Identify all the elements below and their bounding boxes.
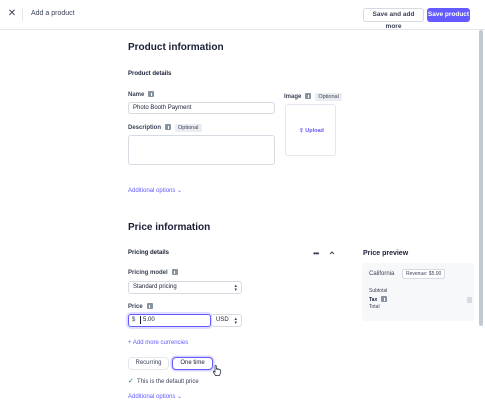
description-textarea[interactable]	[128, 135, 275, 165]
chevron-down-icon: ⌄	[177, 188, 183, 194]
add-more-currencies-link[interactable]: + Add more currencies	[128, 340, 188, 346]
description-label: Description Optional	[128, 124, 202, 132]
description-label-text: Description	[128, 125, 162, 131]
chevron-up-down-icon: ▴ ▾	[234, 316, 237, 326]
save-product-button[interactable]: Save product	[427, 8, 470, 22]
tax-label: Tax	[369, 296, 388, 303]
total-label: Total	[369, 304, 380, 310]
currency-select[interactable]: USD ▴ ▾	[211, 314, 242, 327]
hand-pointer-icon	[212, 365, 221, 376]
pricing-model-label: Pricing model	[128, 269, 178, 276]
optional-badge: Optional	[315, 93, 342, 101]
pricing-model-label-text: Pricing model	[128, 270, 168, 276]
preview-scroll-handle[interactable]	[467, 297, 472, 303]
upload-label: Upload	[305, 128, 324, 134]
optional-badge: Optional	[175, 124, 202, 132]
currency-value: USD	[216, 317, 229, 323]
name-input[interactable]: Photo Booth Payment	[128, 102, 275, 114]
product-information-heading: Product information	[128, 42, 224, 53]
name-label-text: Name	[128, 92, 145, 98]
check-icon: ✓	[128, 378, 134, 385]
price-preview-panel: California Revenue: $5.00 Subtotal Tax T…	[362, 263, 474, 321]
image-upload-box[interactable]: ⇪ Upload	[285, 104, 336, 156]
price-information-heading: Price information	[128, 222, 211, 233]
save-and-add-more-button[interactable]: Save and add more	[363, 8, 424, 30]
default-price-text: This is the default price	[137, 379, 199, 385]
info-icon[interactable]	[148, 91, 155, 97]
chevron-up-icon[interactable]	[329, 250, 335, 256]
product-details-heading: Product details	[128, 71, 172, 77]
info-icon[interactable]	[305, 93, 312, 99]
info-icon[interactable]	[146, 303, 153, 309]
chevron-up-down-icon: ▴ ▾	[234, 283, 237, 293]
page-title: Add a product	[31, 10, 75, 17]
subtotal-label: Subtotal	[369, 288, 388, 294]
more-options-icon[interactable]: •••	[313, 249, 319, 258]
image-label-text: Image	[284, 94, 302, 100]
info-icon[interactable]	[171, 269, 178, 275]
price-label-text: Price	[128, 304, 143, 310]
price-label: Price	[128, 303, 153, 310]
pricing-details-heading: Pricing details	[128, 250, 170, 256]
add-more-currencies-label: Add more currencies	[132, 340, 189, 346]
pricing-model-value: Standard pricing	[133, 284, 177, 290]
chevron-down-icon: ⌄	[177, 394, 183, 400]
revenue-badge: Revenue: $5.00	[402, 269, 446, 279]
additional-options-link[interactable]: Additional options ⌄	[128, 187, 182, 194]
info-icon[interactable]	[381, 296, 388, 302]
preview-location: California	[369, 271, 395, 277]
image-label: Image Optional	[284, 93, 342, 101]
text-cursor	[140, 316, 141, 324]
currency-symbol: $	[132, 317, 136, 323]
plus-icon: +	[128, 340, 132, 346]
upload-button[interactable]: ⇪ Upload	[286, 128, 337, 134]
price-additional-options-label: Additional options	[128, 394, 176, 400]
tax-label-text: Tax	[369, 297, 378, 303]
price-additional-options-link[interactable]: Additional options ⌄	[128, 393, 182, 400]
price-value: 5.00	[143, 317, 155, 323]
name-label: Name	[128, 91, 155, 98]
divider	[22, 8, 23, 21]
page-scrollbar[interactable]	[479, 30, 483, 326]
top-bar: ✕ Add a product Save and add more Save p…	[0, 0, 485, 30]
additional-options-label: Additional options	[128, 188, 176, 194]
info-icon[interactable]	[165, 124, 172, 130]
price-preview-heading: Price preview	[363, 250, 409, 257]
upload-icon: ⇪	[299, 128, 304, 134]
pricing-model-select[interactable]: Standard pricing ▴ ▾	[128, 281, 242, 294]
close-icon[interactable]: ✕	[7, 9, 17, 19]
one-time-option[interactable]: One time	[172, 357, 213, 370]
recurring-option[interactable]: Recurring	[128, 357, 169, 370]
